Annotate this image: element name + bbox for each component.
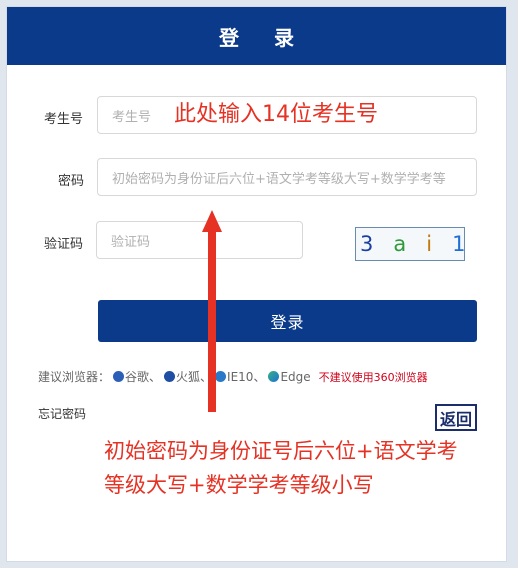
annotation-password: 初始密码为身份证号后六位+语文学考 等级大写+数学学考等级小写 bbox=[104, 434, 458, 502]
annotation-password-line1: 初始密码为身份证号后六位+语文学考 bbox=[104, 439, 458, 463]
annotation-password-line2: 等级大写+数学学考等级小写 bbox=[104, 473, 374, 497]
annotation-arrow-shape bbox=[202, 210, 222, 412]
